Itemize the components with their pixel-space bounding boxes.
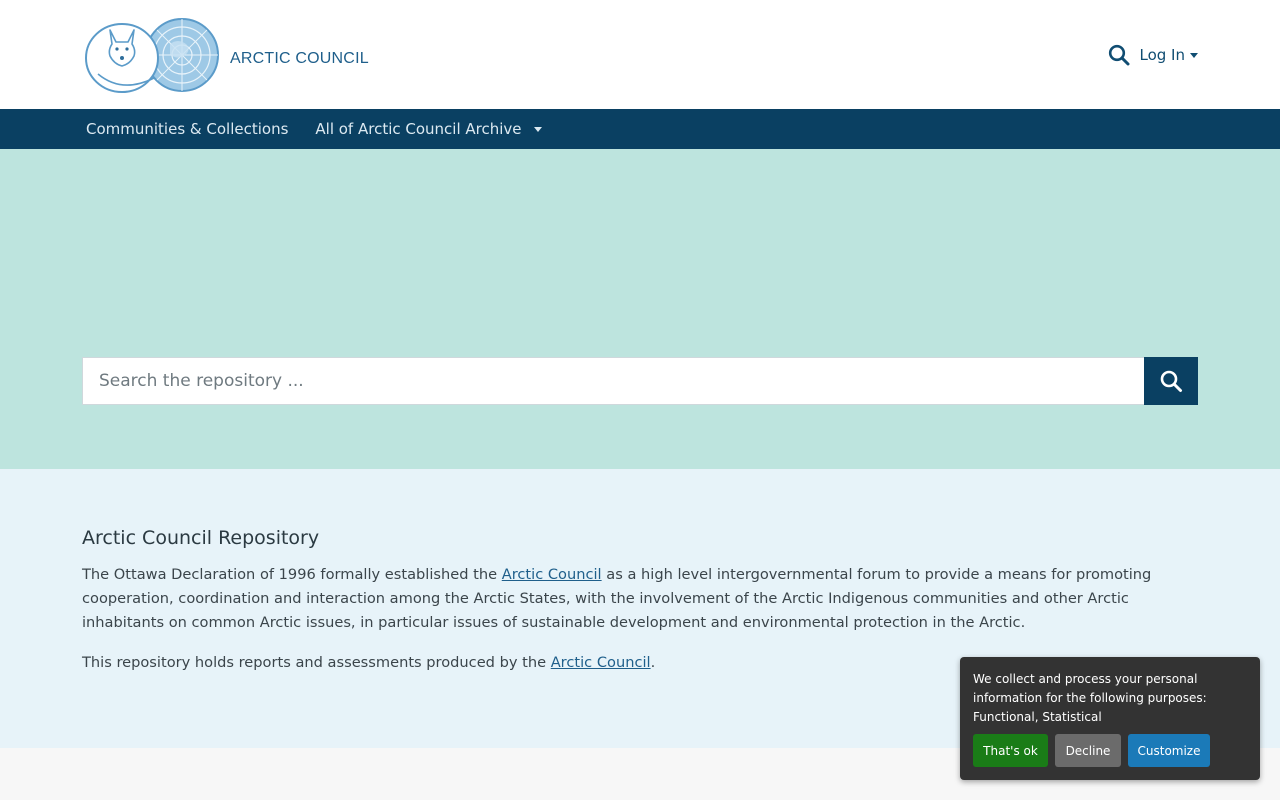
chevron-down-icon <box>1190 52 1198 58</box>
cookie-consent-banner: We collect and process your personal inf… <box>960 657 1260 780</box>
search-icon <box>1160 370 1182 392</box>
login-dropdown[interactable]: Log In <box>1139 46 1198 64</box>
main-navbar: Communities & Collections All of Arctic … <box>0 109 1280 149</box>
arctic-fox-globe-logo-icon <box>85 18 219 93</box>
accept-button[interactable]: That's ok <box>973 734 1048 767</box>
arctic-council-logo[interactable]: ARCTIC COUNCIL <box>84 16 369 94</box>
repository-search-input[interactable] <box>82 357 1144 405</box>
login-label: Log In <box>1139 46 1186 64</box>
nav-communities-collections[interactable]: Communities & Collections <box>86 120 288 138</box>
consent-text: We collect and process your personal inf… <box>973 672 1207 724</box>
nav-all-archive-dropdown[interactable]: All of Arctic Council Archive <box>315 120 542 138</box>
search-submit-button[interactable] <box>1144 357 1198 405</box>
arctic-council-link[interactable]: Arctic Council <box>551 654 651 671</box>
logo-text: ARCTIC COUNCIL <box>230 50 369 67</box>
arctic-council-link[interactable]: Arctic Council <box>502 566 602 583</box>
nav-item-label: Communities & Collections <box>86 120 289 138</box>
repository-search <box>82 357 1198 405</box>
consent-buttons: That's ok Decline Customize <box>973 734 1210 767</box>
site-header: ARCTIC COUNCIL Log In <box>0 0 1280 109</box>
intro-text: The Ottawa Declaration of 1996 formally … <box>82 566 502 583</box>
intro-paragraph: The Ottawa Declaration of 1996 formally … <box>82 563 1192 635</box>
customize-button[interactable]: Customize <box>1128 734 1210 767</box>
intro-text: . <box>650 654 656 671</box>
page-title: Arctic Council Repository <box>82 527 320 549</box>
caret-down-icon <box>533 126 542 132</box>
hero-banner <box>0 149 1280 469</box>
header-actions: Log In <box>1106 40 1198 70</box>
search-icon[interactable] <box>1106 42 1132 68</box>
intro-text: This repository holds reports and assess… <box>82 654 551 671</box>
decline-button[interactable]: Decline <box>1055 734 1121 767</box>
nav-item-label: All of Arctic Council Archive <box>315 120 522 138</box>
